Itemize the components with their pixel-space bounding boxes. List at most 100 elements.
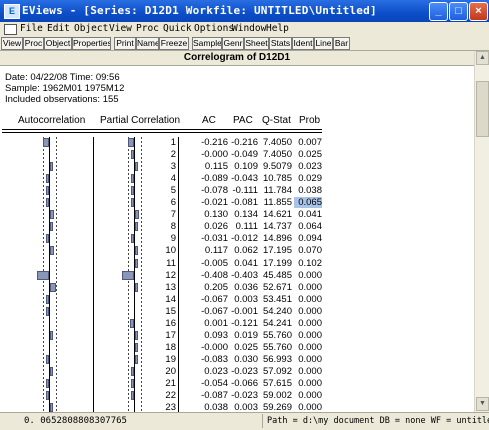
ac-cell[interactable]: -0.000 bbox=[194, 342, 228, 353]
qstat-cell[interactable]: 7.4050 bbox=[258, 137, 292, 148]
pac-cell[interactable]: -0.001 bbox=[228, 306, 258, 317]
prob-cell[interactable]: 0.041 bbox=[294, 209, 322, 220]
pac-cell[interactable]: -0.066 bbox=[228, 378, 258, 389]
ac-cell[interactable]: -0.089 bbox=[194, 173, 228, 184]
correlogram-row[interactable]: 17 0.093 0.019 55.760 0.000 bbox=[0, 330, 474, 342]
ac-cell[interactable]: 0.001 bbox=[194, 318, 228, 329]
lag-cell[interactable]: 17 bbox=[159, 330, 176, 341]
pac-cell[interactable]: 0.019 bbox=[228, 330, 258, 341]
correlogram-row[interactable]: 14 -0.067 0.003 53.451 0.000 bbox=[0, 294, 474, 306]
prob-cell[interactable]: 0.000 bbox=[294, 390, 322, 401]
prob-cell[interactable]: 0.000 bbox=[294, 282, 322, 293]
pac-cell[interactable]: 0.041 bbox=[228, 258, 258, 269]
ac-cell[interactable]: -0.083 bbox=[194, 354, 228, 365]
toolbar-freeze-button[interactable]: Freeze bbox=[159, 37, 189, 50]
eviews-app-icon[interactable]: E bbox=[4, 4, 20, 19]
correlogram-row[interactable]: 22 -0.087 -0.023 59.002 0.000 bbox=[0, 390, 474, 402]
prob-cell[interactable]: 0.007 bbox=[294, 137, 322, 148]
lag-cell[interactable]: 14 bbox=[159, 294, 176, 305]
lag-cell[interactable]: 11 bbox=[159, 258, 176, 269]
lag-cell[interactable]: 9 bbox=[159, 233, 176, 244]
vertical-scrollbar[interactable]: ▲ ▼ bbox=[474, 51, 489, 412]
scroll-thumb[interactable] bbox=[476, 81, 489, 137]
close-button[interactable]: × bbox=[469, 2, 488, 21]
correlogram-row[interactable]: 9 -0.031 -0.012 14.896 0.094 bbox=[0, 233, 474, 245]
toolbar-sample-button[interactable]: Sample bbox=[192, 37, 222, 50]
menu-help[interactable]: Help bbox=[266, 23, 289, 34]
lag-cell[interactable]: 4 bbox=[159, 173, 176, 184]
prob-cell[interactable]: 0.000 bbox=[294, 402, 322, 412]
lag-cell[interactable]: 3 bbox=[159, 161, 176, 172]
toolbar-properties-button[interactable]: Properties bbox=[72, 37, 111, 50]
lag-cell[interactable]: 12 bbox=[159, 270, 176, 281]
correlogram-row[interactable]: 16 0.001 -0.121 54.241 0.000 bbox=[0, 318, 474, 330]
menu-options[interactable]: Options bbox=[194, 23, 234, 34]
prob-cell[interactable]: 0.025 bbox=[294, 149, 322, 160]
pac-cell[interactable]: -0.043 bbox=[228, 173, 258, 184]
ac-cell[interactable]: -0.216 bbox=[194, 137, 228, 148]
lag-cell[interactable]: 1 bbox=[159, 137, 176, 148]
lag-cell[interactable]: 20 bbox=[159, 366, 176, 377]
prob-cell[interactable]: 0.029 bbox=[294, 173, 322, 184]
prob-cell[interactable]: 0.000 bbox=[294, 306, 322, 317]
maximize-button[interactable]: □ bbox=[449, 2, 468, 21]
pac-cell[interactable]: -0.216 bbox=[228, 137, 258, 148]
prob-cell[interactable]: 0.000 bbox=[294, 318, 322, 329]
lag-cell[interactable]: 13 bbox=[159, 282, 176, 293]
scroll-down-button[interactable]: ▼ bbox=[476, 397, 489, 411]
qstat-cell[interactable]: 7.4050 bbox=[258, 149, 292, 160]
prob-cell[interactable]: 0.065 bbox=[294, 197, 322, 209]
ac-cell[interactable]: -0.408 bbox=[194, 270, 228, 281]
lag-cell[interactable]: 18 bbox=[159, 342, 176, 353]
correlogram-row[interactable]: 20 0.023 -0.023 57.092 0.000 bbox=[0, 366, 474, 378]
pac-cell[interactable]: 0.111 bbox=[228, 221, 258, 232]
ac-cell[interactable]: -0.067 bbox=[194, 306, 228, 317]
lag-cell[interactable]: 15 bbox=[159, 306, 176, 317]
correlogram-row[interactable]: 3 0.115 0.109 9.5079 0.023 bbox=[0, 161, 474, 173]
prob-cell[interactable]: 0.000 bbox=[294, 330, 322, 341]
lag-cell[interactable]: 22 bbox=[159, 390, 176, 401]
pac-cell[interactable]: -0.023 bbox=[228, 390, 258, 401]
qstat-cell[interactable]: 9.5079 bbox=[258, 161, 292, 172]
qstat-cell[interactable]: 57.092 bbox=[258, 366, 292, 377]
ac-cell[interactable]: 0.115 bbox=[194, 161, 228, 172]
prob-cell[interactable]: 0.094 bbox=[294, 233, 322, 244]
qstat-cell[interactable]: 53.451 bbox=[258, 294, 292, 305]
menu-file[interactable]: File bbox=[20, 23, 43, 34]
pac-cell[interactable]: 0.134 bbox=[228, 209, 258, 220]
correlogram-row[interactable]: 4 -0.089 -0.043 10.785 0.029 bbox=[0, 173, 474, 185]
toolbar-genr-button[interactable]: Genr bbox=[222, 37, 244, 50]
pac-cell[interactable]: 0.109 bbox=[228, 161, 258, 172]
lag-cell[interactable]: 6 bbox=[159, 197, 176, 208]
ac-cell[interactable]: -0.031 bbox=[194, 233, 228, 244]
ac-cell[interactable]: 0.038 bbox=[194, 402, 228, 412]
pac-cell[interactable]: 0.025 bbox=[228, 342, 258, 353]
qstat-cell[interactable]: 59.269 bbox=[258, 402, 292, 412]
lag-cell[interactable]: 21 bbox=[159, 378, 176, 389]
qstat-cell[interactable]: 55.760 bbox=[258, 330, 292, 341]
lag-cell[interactable]: 16 bbox=[159, 318, 176, 329]
qstat-cell[interactable]: 55.760 bbox=[258, 342, 292, 353]
correlogram-row[interactable]: 5 -0.078 -0.111 11.784 0.038 bbox=[0, 185, 474, 197]
qstat-cell[interactable]: 11.784 bbox=[258, 185, 292, 196]
lag-cell[interactable]: 5 bbox=[159, 185, 176, 196]
prob-cell[interactable]: 0.000 bbox=[294, 378, 322, 389]
qstat-cell[interactable]: 14.896 bbox=[258, 233, 292, 244]
ac-cell[interactable]: 0.023 bbox=[194, 366, 228, 377]
prob-cell[interactable]: 0.023 bbox=[294, 161, 322, 172]
ac-cell[interactable]: -0.000 bbox=[194, 149, 228, 160]
qstat-cell[interactable]: 57.615 bbox=[258, 378, 292, 389]
pac-cell[interactable]: 0.062 bbox=[228, 245, 258, 256]
pac-cell[interactable]: -0.121 bbox=[228, 318, 258, 329]
menu-quick[interactable]: Quick bbox=[163, 23, 192, 34]
toolbar-object-button[interactable]: Object bbox=[44, 37, 72, 50]
toolbar-bar-button[interactable]: Bar bbox=[333, 37, 350, 50]
ac-cell[interactable]: -0.078 bbox=[194, 185, 228, 196]
pac-cell[interactable]: 0.003 bbox=[228, 402, 258, 412]
pac-cell[interactable]: 0.036 bbox=[228, 282, 258, 293]
menu-edit[interactable]: Edit bbox=[47, 23, 70, 34]
qstat-cell[interactable]: 17.199 bbox=[258, 258, 292, 269]
prob-cell[interactable]: 0.000 bbox=[294, 294, 322, 305]
toolbar-line-button[interactable]: Line bbox=[314, 37, 333, 50]
ac-cell[interactable]: 0.205 bbox=[194, 282, 228, 293]
